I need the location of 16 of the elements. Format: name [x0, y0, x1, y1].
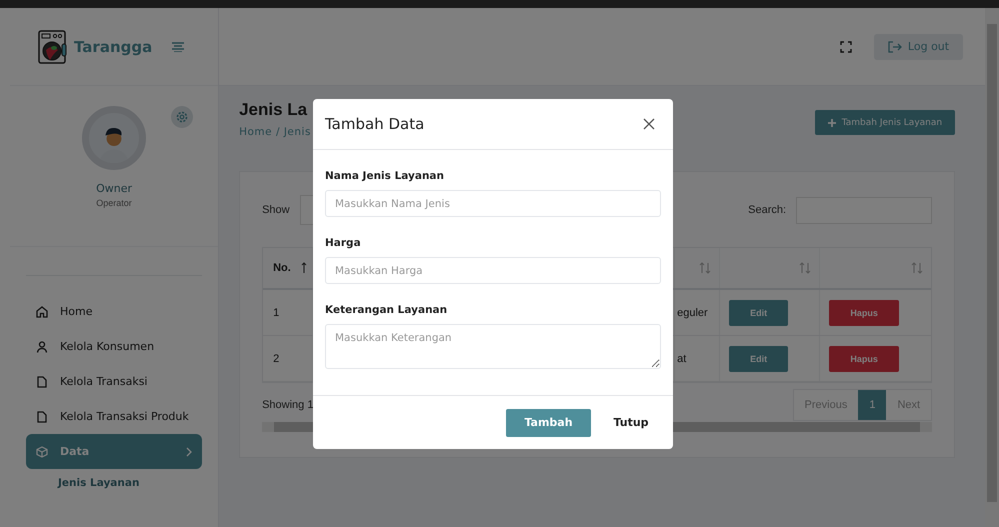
field-label: Keterangan Layanan	[325, 304, 448, 316]
brand-name: Tarangga	[74, 38, 152, 56]
breadcrumb: Home / Jenis	[239, 126, 311, 138]
show-label: Show	[262, 204, 290, 216]
table-cell: 2	[273, 352, 280, 364]
page-title: Jenis La	[239, 100, 308, 120]
search-label: Search:	[748, 204, 786, 216]
field-label: Harga	[325, 237, 362, 249]
table-cell: 1	[273, 306, 280, 318]
field-label: Nama Jenis Layanan	[325, 170, 445, 182]
profile-name: Owner	[96, 182, 132, 195]
table-info: Showing 1	[262, 399, 314, 411]
modal-title: Tambah Data	[325, 115, 424, 133]
profile-role: Operator	[96, 198, 132, 208]
table-cell: at	[677, 352, 686, 364]
table-cell: eguler	[677, 306, 708, 318]
